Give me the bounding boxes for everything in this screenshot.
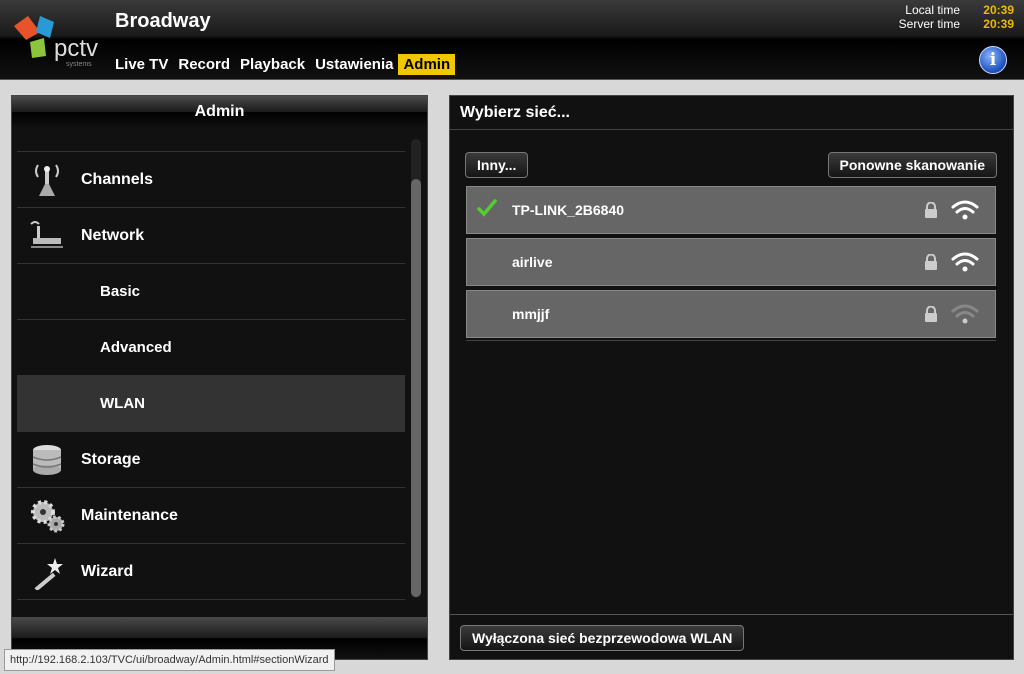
time-display: Local time 20:39 Server time 20:39 bbox=[899, 3, 1014, 31]
app-header: pctv systems Broadway Live TV Record Pla… bbox=[0, 0, 1024, 80]
wifi-strong-icon bbox=[951, 252, 979, 272]
menu-label-wizard: Wizard bbox=[81, 563, 134, 580]
gears-icon bbox=[31, 500, 65, 533]
wlan-panel-footer: Wyłączona sieć bezprzewodowa WLAN bbox=[450, 614, 1013, 659]
check-icon bbox=[477, 199, 497, 217]
network-list: TP-LINK_2B6840 airlive mmjjf bbox=[466, 186, 996, 341]
nav-ustawienia[interactable]: Ustawienia bbox=[310, 54, 398, 75]
lock-icon bbox=[925, 202, 937, 218]
menu-divider bbox=[17, 599, 405, 601]
database-icon bbox=[32, 445, 62, 475]
menu-item-storage[interactable]: Storage bbox=[17, 431, 405, 487]
menu-item-wizard[interactable]: Wizard bbox=[17, 543, 405, 599]
logo-text: pctv bbox=[54, 35, 98, 62]
network-name: TP-LINK_2B6840 bbox=[512, 202, 625, 218]
lock-icon bbox=[925, 306, 937, 322]
menu-scrollbar-thumb[interactable] bbox=[411, 179, 421, 597]
menu-label-storage: Storage bbox=[81, 451, 141, 468]
menu-item-maintenance[interactable]: Maintenance bbox=[17, 487, 405, 543]
pctv-logo: pctv systems bbox=[14, 16, 98, 68]
antenna-icon bbox=[35, 164, 59, 196]
router-icon bbox=[30, 221, 63, 248]
network-item-airlive[interactable]: airlive bbox=[466, 238, 996, 286]
nav-admin[interactable]: Admin bbox=[398, 54, 456, 75]
main-nav: Live TV Record Playback Ustawienia Admin bbox=[110, 54, 456, 75]
logo-subtext: systems bbox=[66, 61, 92, 68]
wifi-strong-icon bbox=[951, 200, 979, 220]
menu-label-advanced: Advanced bbox=[100, 339, 172, 356]
wlan-panel-title: Wybierz sieć... bbox=[450, 96, 1013, 130]
menu-label-channels: Channels bbox=[81, 171, 154, 188]
menu-item-basic[interactable]: Basic bbox=[17, 263, 405, 319]
admin-menu-panel: Admin Channels Network Basic Advanced WL… bbox=[11, 95, 428, 660]
menu-item-network[interactable]: Network bbox=[17, 207, 405, 263]
local-time-label: Local time bbox=[905, 3, 960, 17]
server-time-label: Server time bbox=[898, 17, 960, 31]
menu-scrollbar[interactable] bbox=[411, 139, 421, 598]
network-name: airlive bbox=[512, 254, 553, 270]
menu-item-wlan[interactable]: WLAN bbox=[17, 375, 405, 431]
nav-live-tv[interactable]: Live TV bbox=[110, 54, 173, 75]
menu-item-channels[interactable]: Channels bbox=[17, 151, 405, 207]
nav-record[interactable]: Record bbox=[173, 54, 235, 75]
local-time-value: 20:39 bbox=[983, 3, 1014, 17]
nav-playback[interactable]: Playback bbox=[235, 54, 310, 75]
network-item-mmjjf[interactable]: mmjjf bbox=[466, 290, 996, 338]
network-name: mmjjf bbox=[512, 306, 550, 322]
admin-panel-title: Admin bbox=[12, 96, 427, 128]
disable-wlan-button[interactable]: Wyłączona sieć bezprzewodowa WLAN bbox=[460, 625, 745, 651]
server-time-value: 20:39 bbox=[983, 17, 1014, 31]
menu-label-basic: Basic bbox=[100, 283, 141, 300]
network-item-tp-link[interactable]: TP-LINK_2B6840 bbox=[466, 186, 996, 234]
menu-label-wlan: WLAN bbox=[100, 395, 145, 412]
rescan-button[interactable]: Ponowne skanowanie bbox=[827, 152, 997, 178]
browser-status-url: http://192.168.2.103/TVC/ui/broadway/Adm… bbox=[4, 649, 335, 671]
other-network-button[interactable]: Inny... bbox=[465, 152, 529, 178]
network-list-divider bbox=[466, 340, 996, 341]
magic-wand-icon bbox=[34, 558, 63, 590]
info-icon[interactable]: i bbox=[979, 46, 1007, 74]
menu-label-maintenance: Maintenance bbox=[81, 507, 178, 524]
menu-item-advanced[interactable]: Advanced bbox=[17, 319, 405, 375]
app-title: Broadway bbox=[115, 10, 211, 32]
wifi-weak-icon bbox=[951, 304, 979, 324]
lock-icon bbox=[925, 254, 937, 270]
admin-menu: Channels Network Basic Advanced WLAN Sto… bbox=[17, 151, 405, 601]
menu-label-network: Network bbox=[81, 227, 145, 244]
wlan-panel: Wybierz sieć... Inny... Ponowne skanowan… bbox=[449, 95, 1014, 660]
